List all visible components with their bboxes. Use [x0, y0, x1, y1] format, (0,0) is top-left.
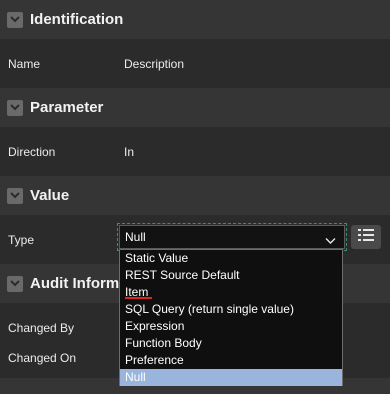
option-sql-query[interactable]: SQL Query (return single value) [120, 301, 342, 318]
section-parameter-header[interactable]: Parameter [0, 88, 390, 127]
type-dropdown-list: Static Value REST Source Default Item SQ… [119, 249, 343, 386]
option-expression[interactable]: Expression [120, 318, 342, 335]
type-select-value: Null [125, 230, 146, 244]
section-title: Identification [30, 11, 124, 28]
field-value[interactable]: In [124, 145, 134, 159]
section-title: Parameter [30, 99, 104, 116]
section-title: Value [30, 187, 70, 204]
chevron-down-icon[interactable] [7, 11, 23, 28]
property-editor: Identification Name Description Paramete… [0, 0, 390, 394]
option-function-body[interactable]: Function Body [120, 335, 342, 352]
type-select[interactable]: Null [117, 223, 347, 251]
field-label: Direction [8, 144, 56, 159]
section-title: Audit Informa [30, 275, 128, 292]
section-identification-header[interactable]: Identification [0, 0, 390, 39]
option-preference[interactable]: Preference [120, 352, 342, 369]
field-label: Name [8, 56, 41, 71]
chevron-down-icon[interactable] [7, 187, 23, 204]
option-item[interactable]: Item [120, 284, 342, 301]
section-value-header[interactable]: Value [0, 176, 390, 215]
field-row-direction: Direction In [0, 127, 390, 176]
list-values-button[interactable] [351, 225, 381, 249]
field-label: Type [8, 232, 35, 247]
chevron-down-icon[interactable] [7, 99, 23, 116]
option-rest-source-default[interactable]: REST Source Default [120, 267, 342, 284]
field-value[interactable]: Description [124, 57, 184, 71]
field-label: Changed By [8, 320, 75, 335]
list-icon [357, 228, 375, 247]
option-null[interactable]: Null [120, 369, 342, 386]
field-row-name: Name Description [0, 39, 390, 88]
option-static-value[interactable]: Static Value [120, 250, 342, 267]
chevron-down-icon[interactable] [7, 275, 23, 292]
field-label: Changed On [8, 351, 77, 365]
annotation-underline [125, 297, 152, 299]
chevron-down-icon [325, 232, 336, 250]
